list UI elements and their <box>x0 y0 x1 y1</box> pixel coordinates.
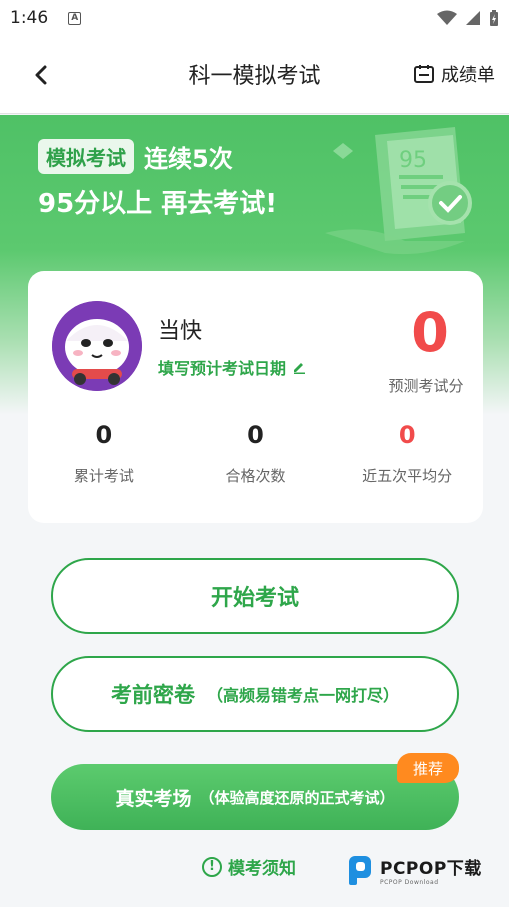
predicted-score-label: 预测考试分 <box>388 377 464 395</box>
hero-line2: 95分以上 再去考试! <box>38 189 278 219</box>
stat-total-exams: 0 累计考试 <box>28 421 180 486</box>
exam-date-link[interactable]: 填写预计考试日期 <box>158 355 306 379</box>
predicted-score: 0 <box>411 301 449 364</box>
watermark-subtext: PCPOP Download <box>380 879 439 886</box>
mock-exam-badge: 模拟考试 <box>38 139 134 174</box>
avatar-face-icon <box>52 301 142 391</box>
start-exam-button[interactable]: 开始考试 <box>51 558 459 634</box>
real-exam-room-sublabel: （体验高度还原的正式考试） <box>199 788 395 807</box>
a-notification-icon: A <box>68 11 82 25</box>
pcpop-logo-icon <box>349 856 371 885</box>
status-time: 1:46 <box>10 8 49 28</box>
stats-row: 0 累计考试 0 合格次数 0 近五次平均分 <box>28 421 483 486</box>
recommend-badge: 推荐 <box>397 753 459 783</box>
signal-icon <box>466 11 480 25</box>
pre-exam-paper-sublabel: （高频易错考点一网打尽） <box>206 686 399 705</box>
report-card-button[interactable]: 成绩单 <box>413 60 495 88</box>
watermark-text-group: PCPOP下载 PCPOP Download <box>380 854 482 886</box>
chevron-left-icon <box>35 65 47 85</box>
watermark: PCPOP下载 PCPOP Download <box>346 853 482 887</box>
exam-notice-link[interactable]: ! 模考须知 <box>202 854 296 879</box>
hero-line1: 连续5次 <box>144 145 233 173</box>
pencil-icon <box>294 363 306 374</box>
stat-label: 近五次平均分 <box>362 467 453 485</box>
exam-notice-label: 模考须知 <box>228 859 296 879</box>
paper-score-text: 95 <box>399 148 427 173</box>
real-exam-room-label: 真实考场 <box>115 787 192 810</box>
hero-headline: 模拟考试 连续5次 <box>38 139 233 174</box>
calendar-icon <box>414 65 434 83</box>
pre-exam-paper-label: 考前密卷 <box>110 683 195 707</box>
battery-icon <box>490 9 498 26</box>
stat-value: 0 <box>247 421 264 449</box>
stat-label: 累计考试 <box>73 467 134 485</box>
status-bar: 1:46 A <box>0 0 509 36</box>
nav-bar: 科一模拟考试 成绩单 <box>0 36 509 114</box>
stat-recent-average: 0 近五次平均分 <box>331 421 483 486</box>
pre-exam-paper-button[interactable]: 考前密卷 （高频易错考点一网打尽） <box>51 656 459 732</box>
back-button[interactable] <box>24 58 58 92</box>
score-paper-illustration: 95 <box>325 127 472 255</box>
exam-date-label: 填写预计考试日期 <box>158 359 287 378</box>
stat-value: 0 <box>95 421 113 449</box>
stat-passed-count: 0 合格次数 <box>180 421 332 486</box>
report-card-label: 成绩单 <box>441 65 495 86</box>
watermark-text: PCPOP下载 <box>380 859 482 879</box>
wifi-icon <box>437 10 457 25</box>
avatar[interactable] <box>52 301 142 391</box>
status-icons <box>437 9 499 27</box>
stat-label: 合格次数 <box>225 467 286 485</box>
stat-value: 0 <box>398 421 416 449</box>
user-name: 当快 <box>158 319 203 344</box>
profile-card: 当快 填写预计考试日期 0 预测考试分 0 累计考试 0 合格次数 0 近五次平… <box>28 271 483 523</box>
info-icon: ! <box>202 856 222 877</box>
